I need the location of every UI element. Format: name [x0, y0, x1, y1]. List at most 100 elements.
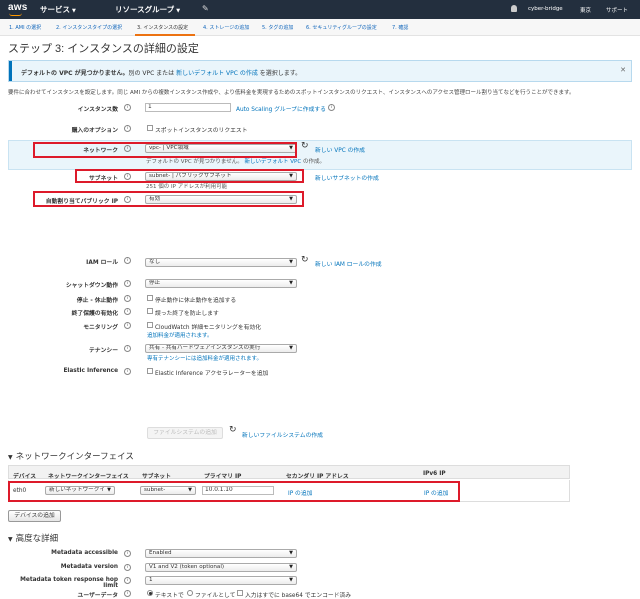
chevron-down-icon: ▼ [72, 8, 76, 14]
wizard-steps: 1. AMI の選択 2. インスタンスタイプの選択 3. インスタンスの設定 … [0, 19, 640, 36]
info-bold: デフォルトの VPC が見つかりません。 [21, 70, 129, 77]
shutdown-behavior-select[interactable]: 停止 ▼ [145, 279, 297, 288]
aws-logo-smile [9, 13, 22, 16]
resource-groups-menu[interactable]: リソースグループ ▼ [115, 4, 180, 15]
network-interfaces-section-title[interactable]: ▼ ネットワークインターフェイス [8, 450, 134, 462]
help-icon[interactable]: i [124, 564, 131, 571]
termination-protection-label: 終了保護の有効化 [71, 311, 118, 317]
help-icon[interactable]: i [124, 125, 131, 132]
user-data-text-label: テキストで [155, 593, 184, 599]
metadata-version-value: V1 and V2 (token optional) [149, 564, 225, 570]
help-icon[interactable]: i [124, 280, 131, 287]
iam-role-label: IAM ロール [86, 260, 118, 266]
help-icon[interactable]: i [124, 295, 131, 302]
page-title: ステップ 3: インスタンスの詳細の設定 [8, 43, 199, 55]
metadata-accessible-select[interactable]: Enabled ▼ [145, 549, 297, 558]
chevron-down-icon: ▼ [289, 577, 293, 583]
step-review[interactable]: 7. 確認 [392, 24, 408, 31]
spot-instance-checkbox[interactable] [147, 125, 153, 131]
purchase-options-label: 購入のオプション [71, 128, 118, 134]
help-icon[interactable]: i [124, 345, 131, 352]
step-instance-type[interactable]: 2. インスタンスタイプの選択 [56, 24, 122, 31]
region-menu[interactable]: 東京 [580, 6, 591, 14]
auto-ip-highlight-box [33, 191, 304, 207]
col-secondary-ip: セカンダリ IP アドレス [286, 474, 349, 480]
help-icon[interactable]: i [328, 104, 335, 111]
step-configure[interactable]: 3. インスタンスの設定 [137, 24, 188, 31]
account-menu[interactable]: cyber-bridge [528, 6, 563, 12]
bell-icon[interactable] [511, 5, 517, 12]
step-ami[interactable]: 1. AMI の選択 [9, 24, 41, 31]
refresh-icon[interactable]: ↻ [301, 141, 309, 151]
create-file-system-link[interactable]: 新しいファイルシステムの作成 [242, 430, 323, 439]
info-suffix: を選択します。 [259, 70, 302, 77]
active-step-indicator [135, 34, 195, 36]
support-menu[interactable]: サポート [606, 6, 628, 14]
top-navigation: aws サービス ▼ リソースグループ ▼ ✎ cyber-bridge 東京 サポ… [0, 0, 640, 19]
col-ipv6: IPv6 IP [423, 471, 446, 477]
instance-count-input[interactable]: 1 [145, 103, 231, 112]
tenancy-value: 共有 - 共有ハードウェアインスタンスの実行 [149, 345, 261, 351]
help-icon[interactable]: i [124, 368, 131, 375]
add-device-button[interactable]: デバイスの追加 [8, 510, 61, 522]
help-icon[interactable]: i [124, 308, 131, 315]
base64-checkbox-label: 入力はすでに base64 でエンコード済み [245, 593, 352, 599]
create-iam-role-link[interactable]: 新しい IAM ロールの作成 [315, 259, 382, 268]
help-icon[interactable]: i [124, 104, 131, 111]
elastic-inference-checkbox[interactable] [147, 368, 153, 374]
chevron-down-icon: ▼ [289, 550, 293, 556]
step-storage[interactable]: 4. ストレージの追加 [203, 24, 249, 31]
iam-role-select[interactable]: なし ▼ [145, 258, 297, 267]
advanced-details-title: 高度な詳細 [15, 534, 59, 544]
add-file-system-button[interactable]: ファイルシステムの追加 [147, 427, 223, 439]
refresh-icon[interactable]: ↻ [229, 425, 237, 435]
tenancy-select[interactable]: 共有 - 共有ハードウェアインスタンスの実行 ▼ [145, 344, 297, 353]
base64-checkbox[interactable] [237, 590, 243, 596]
elastic-inference-label: Elastic Inference [63, 368, 118, 374]
monitoring-checkbox[interactable] [147, 322, 153, 328]
default-vpc-link[interactable]: 新しいデフォルト VPC [245, 159, 302, 165]
create-vpc-link[interactable]: 新しい VPC の作成 [315, 145, 365, 154]
hibernate-checkbox[interactable] [147, 295, 153, 301]
step-security-group[interactable]: 6. セキュリティグループの設定 [306, 24, 377, 31]
refresh-icon[interactable]: ↻ [301, 255, 309, 265]
create-subnet-link[interactable]: 新しいサブネットの作成 [315, 173, 379, 182]
page-description: 要件に合わせてインスタンスを設定します。同じ AMI からの複数インスタンス作成… [8, 90, 575, 96]
help-icon[interactable]: i [124, 550, 131, 557]
network-interface-highlight-box [8, 481, 460, 502]
metadata-version-select[interactable]: V1 and V2 (token optional) ▼ [145, 563, 297, 572]
pin-icon[interactable]: ✎ [202, 4, 209, 13]
monitoring-charge-note[interactable]: 追加料金が適用されます。 [147, 331, 212, 339]
elastic-inference-checkbox-label: Elastic Inference アクセラレーターを追加 [155, 371, 269, 377]
hop-limit-value: 1 [149, 577, 153, 583]
step-tags[interactable]: 5. タグの追加 [262, 24, 293, 31]
close-icon[interactable]: ✕ [620, 66, 626, 74]
spot-instance-label: スポットインスタンスのリクエスト [155, 128, 248, 134]
create-default-vpc-link[interactable]: 新しいデフォルト VPC の作成 [176, 70, 258, 77]
info-accent-bar [9, 61, 12, 81]
hibernate-checkbox-label: 停止動作に休止動作を追加する [155, 298, 237, 304]
aws-logo[interactable]: aws [8, 2, 28, 13]
hop-limit-select[interactable]: 1 ▼ [145, 576, 297, 585]
col-device: デバイス [13, 474, 37, 480]
tenancy-label: テナンシー [89, 348, 118, 354]
stop-hibernate-label: 停止 - 休止動作 [76, 298, 118, 304]
auto-scaling-link[interactable]: Auto Scaling グループに作成する [236, 104, 326, 113]
info-text: 別の VPC または [128, 70, 175, 77]
network-note-suffix: の作成。 [302, 159, 325, 165]
help-icon[interactable]: i [124, 577, 131, 584]
help-icon[interactable]: i [124, 257, 131, 264]
help-icon[interactable]: i [124, 590, 131, 597]
user-data-text-radio[interactable] [147, 590, 153, 596]
user-data-file-label: ファイルとして [195, 593, 236, 599]
services-label: サービス [40, 5, 70, 14]
chevron-down-icon: ▼ [289, 259, 293, 265]
services-menu[interactable]: サービス ▼ [40, 4, 76, 15]
user-data-file-radio[interactable] [187, 590, 193, 596]
tenancy-charge-note[interactable]: 専有テナンシーには追加料金が適用されます。 [147, 354, 262, 362]
advanced-details-section-title[interactable]: ▼ 高度な詳細 [8, 532, 58, 544]
resource-groups-label: リソースグループ [115, 5, 175, 14]
termination-protection-checkbox[interactable] [147, 308, 153, 314]
help-icon[interactable]: i [124, 322, 131, 329]
triangle-down-icon: ▼ [8, 536, 13, 543]
